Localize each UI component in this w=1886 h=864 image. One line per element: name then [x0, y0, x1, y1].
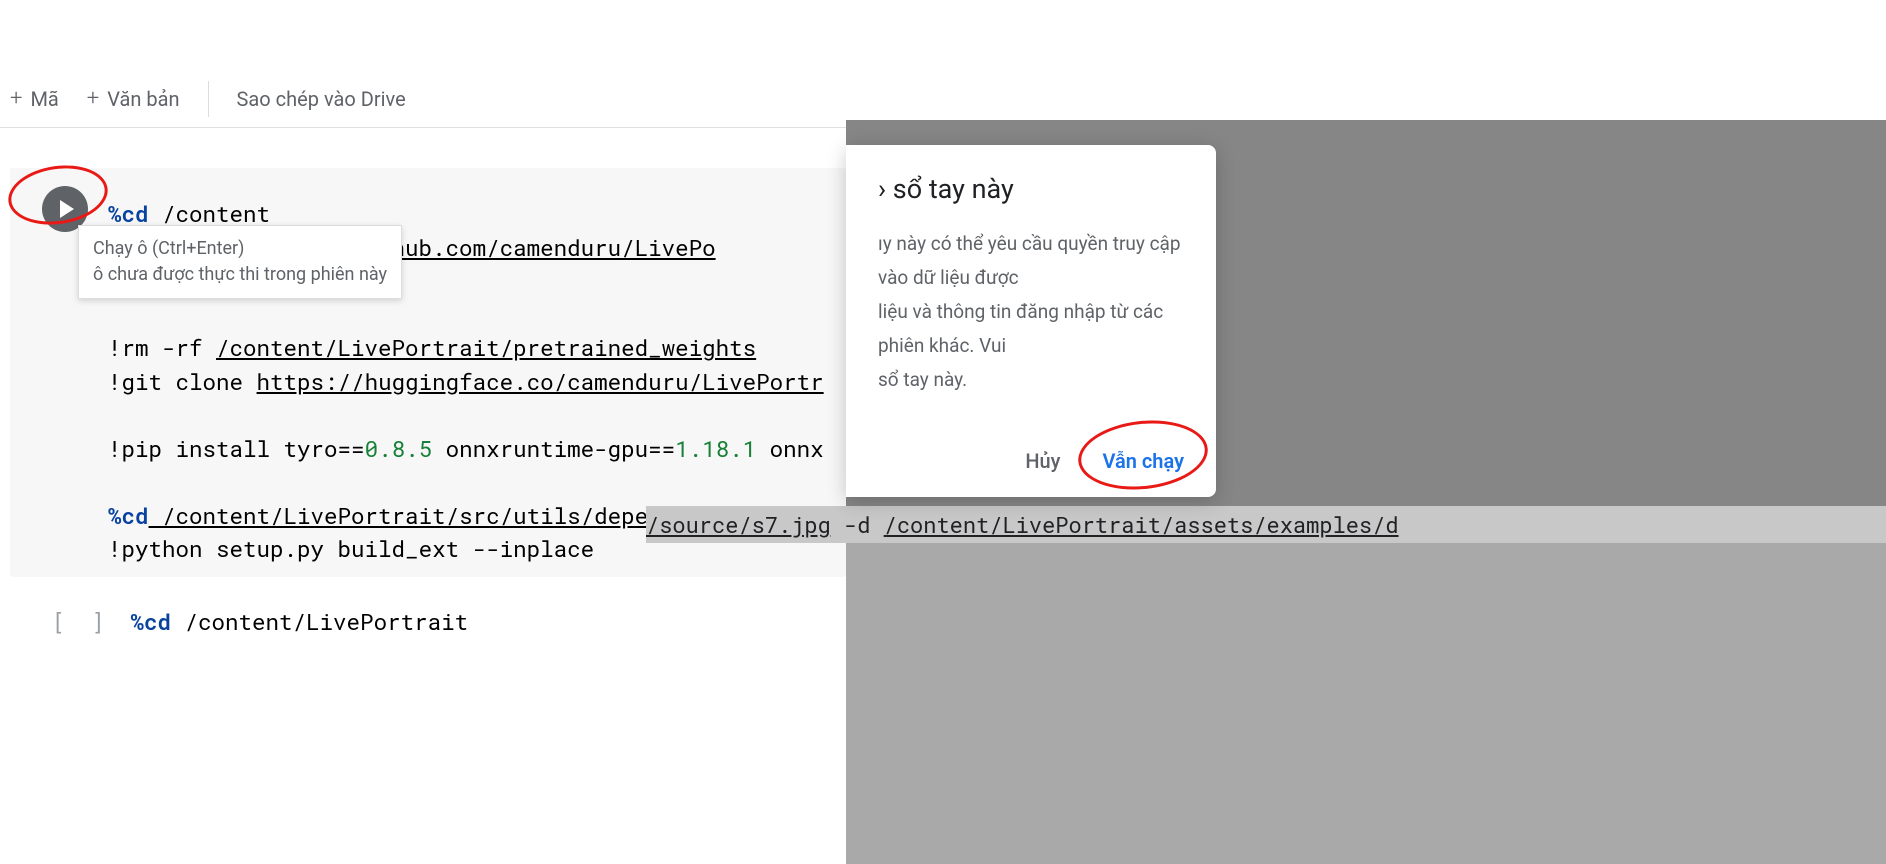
dialog-body: ıy này có thể yêu cầu quyền truy cập vào…	[878, 227, 1184, 397]
plus-icon: +	[10, 86, 22, 111]
background-code-line: /source/s7.jpg -d /content/LivePortrait/…	[646, 506, 1886, 543]
tooltip-line1: Chạy ô (Ctrl+Enter)	[93, 236, 387, 262]
cell-execution-indicator: [ ]	[52, 607, 111, 637]
plus-icon: +	[87, 86, 99, 111]
tooltip-line2: ô chưa được thực thi trong phiên này	[93, 262, 387, 288]
bg-bottom	[846, 540, 1886, 864]
cancel-button[interactable]: Hủy	[1025, 449, 1060, 473]
add-text-label: Văn bản	[107, 87, 179, 111]
add-text-button[interactable]: + Văn bản	[87, 86, 180, 111]
run-cell-tooltip: Chạy ô (Ctrl+Enter) ô chưa được thực thi…	[78, 225, 402, 299]
copy-drive-label: Sao chép vào Drive	[237, 87, 406, 111]
add-code-button[interactable]: + Mã	[10, 86, 59, 111]
dialog-title: › sổ tay này	[878, 173, 1184, 205]
notebook-toolbar: + Mã + Văn bản Sao chép vào Drive	[0, 0, 846, 128]
copy-to-drive-button[interactable]: Sao chép vào Drive	[237, 87, 406, 111]
divider	[208, 81, 209, 117]
code-cell-2[interactable]: [ ] %cd /content/LivePortrait	[10, 607, 846, 637]
run-anyway-button[interactable]: Vẫn chạy	[1102, 449, 1184, 473]
warning-dialog: › sổ tay này ıy này có thể yêu cầu quyền…	[846, 145, 1216, 497]
add-code-label: Mã	[30, 87, 58, 111]
